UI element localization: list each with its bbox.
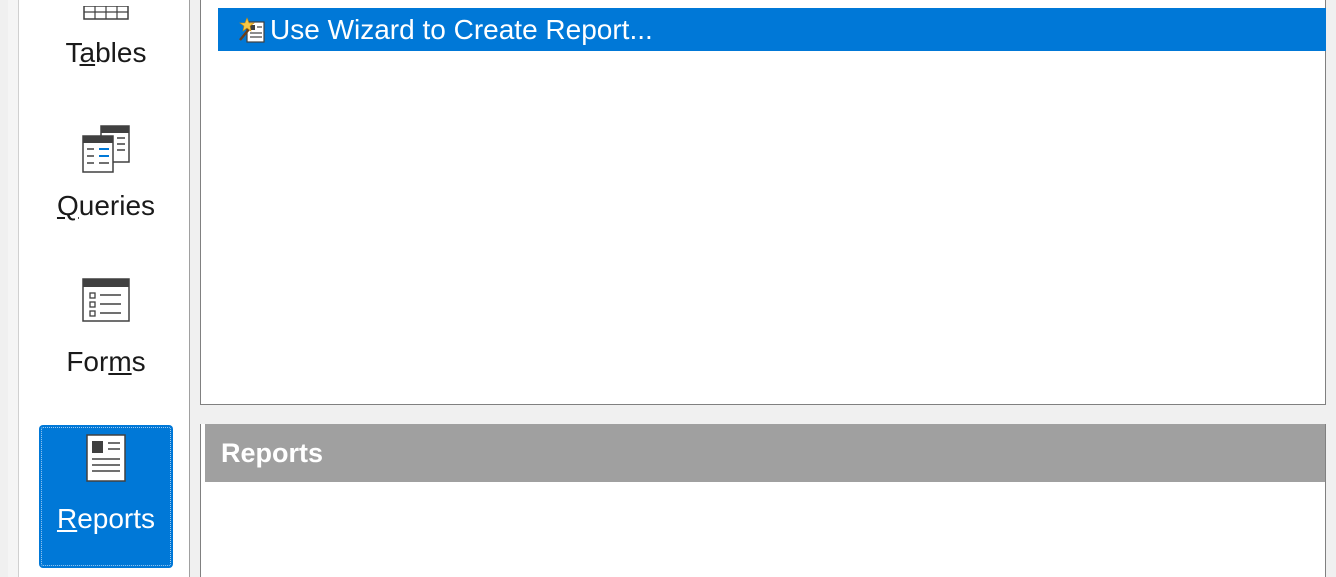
sidebar-item-queries[interactable]: Queries (39, 122, 173, 242)
sidebar-item-label: Forms (66, 346, 146, 377)
sidebar-item-label: Tables (65, 37, 147, 68)
query-icon (82, 125, 130, 173)
table-icon (83, 6, 129, 20)
window-right-edge (1326, 0, 1336, 577)
tasks-pane: Use Wizard to Create Report... (200, 0, 1326, 405)
sidebar-item-forms[interactable]: Forms (39, 276, 173, 396)
sidebar-item-tables[interactable]: Tables (39, 0, 173, 100)
task-use-wizard-create-report[interactable]: Use Wizard to Create Report... (218, 8, 1326, 51)
report-icon (86, 434, 126, 482)
sidebar-item-label: Queries (56, 190, 156, 221)
reports-list-pane: Reports (200, 424, 1326, 577)
window-left-frame (8, 0, 19, 577)
database-category-sidebar: Tables Queries Forms Reports (19, 0, 189, 577)
reports-header: Reports (205, 424, 1325, 482)
form-icon (82, 278, 130, 322)
task-label: Use Wizard to Create Report... (270, 13, 653, 45)
pane-gap (190, 0, 200, 577)
wizard-icon (239, 16, 265, 43)
sidebar-item-label: Reports (56, 503, 156, 534)
sidebar-item-reports[interactable]: Reports (39, 425, 173, 568)
